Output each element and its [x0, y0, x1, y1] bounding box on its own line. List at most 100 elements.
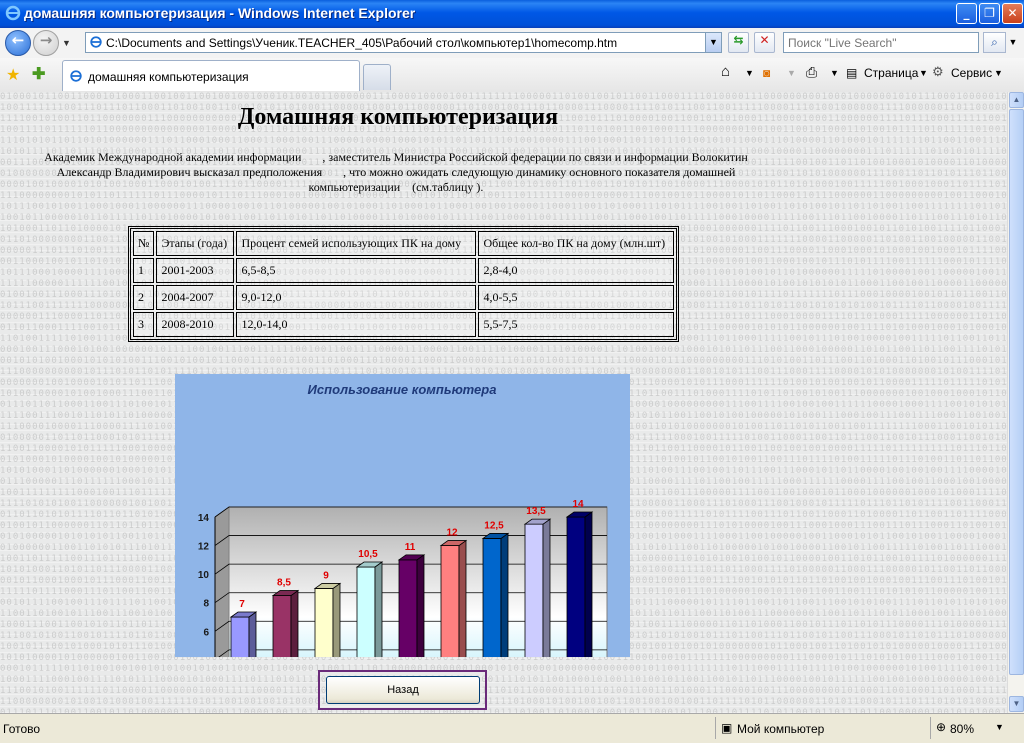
security-zone: Мой компьютер: [737, 722, 825, 736]
address-url: C:\Documents and Settings\Ученик.TEACHER…: [106, 36, 618, 50]
ie-logo-icon: [5, 5, 21, 21]
restore-button[interactable]: ❐: [979, 3, 1000, 24]
minimize-button[interactable]: _: [956, 3, 977, 24]
data-label: 11: [405, 542, 416, 553]
status-divider: [930, 717, 931, 739]
bar-side: [458, 539, 467, 657]
tab-label: домашняя компьютеризация: [88, 70, 249, 84]
data-label: 9: [323, 570, 329, 581]
close-button[interactable]: ✕: [1002, 3, 1023, 24]
table-cell: 5,5-7,5: [478, 312, 675, 337]
window-title: домашняя компьютеризация - Windows Inter…: [24, 5, 416, 21]
tab-current[interactable]: домашняя компьютеризация: [62, 60, 360, 91]
scroll-down-icon[interactable]: ▼: [1009, 696, 1024, 712]
bar: [272, 595, 292, 657]
y-tick-label: 10: [198, 570, 210, 581]
new-tab-button[interactable]: [363, 64, 391, 90]
page-menu[interactable]: Страница: [864, 66, 918, 80]
data-label: 12,5: [484, 520, 504, 531]
page-content: 0100010110011000101000110010011001001001…: [0, 92, 1007, 713]
forward-nav-button[interactable]: →: [33, 30, 59, 56]
table-cell: 9,0-12,0: [236, 285, 477, 310]
tools-gear-icon: ⚙: [932, 64, 944, 79]
back-button[interactable]: Назад: [326, 676, 480, 704]
tab-page-icon: [70, 70, 82, 82]
y-tick-label: 14: [198, 513, 210, 524]
table-row: 1 2001-2003 6,5-8,5 2,8-4,0: [133, 258, 675, 283]
bar-side: [500, 532, 509, 657]
bar: [566, 516, 586, 657]
search-box[interactable]: [783, 32, 982, 53]
chart-svg: 02468101214Использование компьютера72002…: [198, 382, 608, 657]
bar-side: [290, 589, 299, 657]
table-cell: 3: [133, 312, 155, 337]
search-button[interactable]: ⌕: [983, 32, 1006, 53]
address-toolbar: ← → ▼ C:\Documents and Settings\Ученик.T…: [0, 28, 1024, 59]
bar: [356, 566, 376, 657]
scroll-up-icon[interactable]: ▲: [1009, 92, 1024, 108]
arrow-right-icon: →: [39, 31, 53, 49]
y-tick-label: 6: [203, 627, 209, 638]
computer-zone-icon: ▣: [721, 721, 733, 735]
zoom-icon[interactable]: ⊕: [936, 720, 946, 734]
bar: [524, 523, 544, 657]
table-cell: 1: [133, 258, 155, 283]
add-favorites-icon[interactable]: ✚: [32, 64, 45, 84]
search-input[interactable]: [784, 33, 982, 52]
status-text: Готово: [3, 722, 41, 736]
history-dropdown-icon[interactable]: ▼: [62, 38, 71, 48]
table-cell: 2,8-4,0: [478, 258, 675, 283]
bar: [230, 616, 250, 657]
back-nav-button[interactable]: ←: [5, 30, 31, 56]
tools-dropdown-icon[interactable]: ▼: [994, 68, 1003, 78]
data-label: 14: [572, 499, 584, 510]
bar-side: [374, 561, 383, 657]
data-table: № Этапы (года) Процент семей использующи…: [128, 226, 680, 342]
table-cell: 2001-2003: [156, 258, 235, 283]
header-cell-percent: Процент семей использующих ПК на дому: [236, 231, 477, 256]
address-field[interactable]: C:\Documents and Settings\Ученик.TEACHER…: [85, 32, 722, 53]
home-dropdown-icon[interactable]: ▼: [745, 68, 754, 78]
bar-side: [332, 582, 341, 657]
bar: [440, 545, 460, 657]
y-tick-label: 4: [203, 656, 209, 657]
data-label: 13,5: [526, 506, 546, 517]
home-icon[interactable]: ⌂: [721, 63, 730, 80]
table-cell: 4,0-5,5: [478, 285, 675, 310]
intro-line: Александр Владимирович высказал предполо…: [56, 165, 736, 179]
page-menu-dropdown-icon[interactable]: ▼: [919, 68, 928, 78]
table-cell: 2008-2010: [156, 312, 235, 337]
page-icon: [90, 36, 102, 48]
usage-chart: 02468101214Использование компьютера72002…: [175, 374, 630, 657]
tab-toolbar: ★ ✚ домашняя компьютеризация ⌂ ▼ ◙ ▼ ⎙ ▼…: [0, 58, 1024, 93]
refresh-button[interactable]: ⇆: [728, 32, 749, 53]
bar-side: [584, 511, 593, 657]
table-cell: 12,0-14,0: [236, 312, 477, 337]
data-label: 8,5: [277, 578, 291, 589]
feeds-dropdown-icon[interactable]: ▼: [787, 68, 796, 78]
data-label: 7: [239, 599, 245, 610]
chart-title: Использование компьютера: [308, 382, 497, 397]
y-tick-label: 12: [198, 542, 210, 553]
search-options-icon[interactable]: ▼: [1007, 32, 1019, 53]
zoom-level[interactable]: 80%: [950, 722, 974, 736]
stop-button[interactable]: ✕: [754, 32, 775, 53]
header-cell-num: №: [133, 231, 155, 256]
zoom-dropdown-icon[interactable]: ▼: [995, 722, 1004, 732]
feeds-icon[interactable]: ◙: [763, 66, 770, 80]
scroll-thumb[interactable]: [1009, 109, 1024, 675]
bar: [482, 538, 502, 657]
back-button-frame: Назад: [318, 670, 487, 710]
favorites-star-icon[interactable]: ★: [6, 65, 20, 85]
vertical-scrollbar[interactable]: ▲ ▼: [1007, 92, 1024, 713]
tools-menu[interactable]: Сервис: [951, 66, 992, 80]
intro-line: компьютеризации (см.таблицу ).: [308, 180, 484, 194]
print-icon[interactable]: ⎙: [806, 64, 817, 81]
chart-side-wall: [214, 506, 230, 657]
print-dropdown-icon[interactable]: ▼: [830, 68, 839, 78]
header-cell-count: Общее кол-во ПК на дому (млн.шт): [478, 231, 675, 256]
y-tick-label: 8: [203, 599, 209, 610]
address-dropdown-icon[interactable]: ▼: [705, 33, 721, 52]
bar-side: [248, 611, 257, 657]
table-row: 3 2008-2010 12,0-14,0 5,5-7,5: [133, 312, 675, 337]
